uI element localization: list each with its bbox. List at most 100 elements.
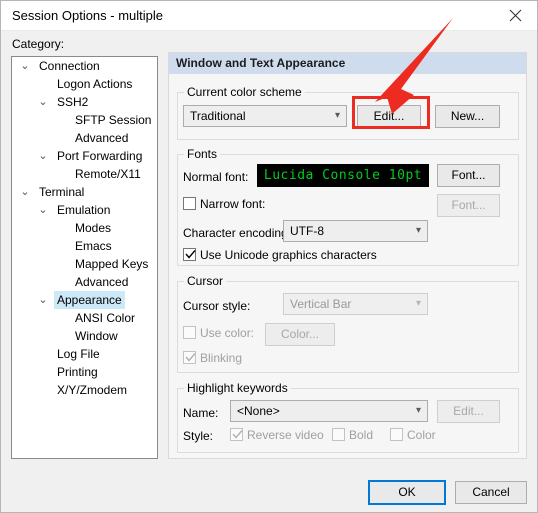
character-encoding-value: UTF-8 [290, 224, 324, 238]
fonts-group-title: Fonts [184, 147, 221, 161]
narrow-font-checkbox[interactable]: Narrow font: [183, 197, 265, 211]
blinking-label: Blinking [200, 351, 243, 365]
tree-item-remote-x11[interactable]: Remote/X11 [12, 165, 157, 183]
tree-item-label: SSH2 [57, 95, 89, 109]
tree-item-label: X/Y/Zmodem [57, 383, 128, 397]
tree-item-label: ANSI Color [75, 311, 136, 325]
cursor-style-value: Vertical Bar [290, 297, 352, 311]
reverse-video-checkbox: Reverse video [230, 428, 324, 442]
cancel-button[interactable]: Cancel [455, 481, 527, 504]
tree-item-advanced[interactable]: Advanced [12, 273, 157, 291]
highlight-name-select[interactable]: <None> ▾ [230, 400, 428, 422]
tree-item-port-forwarding[interactable]: ⌄ Port Forwarding [12, 147, 157, 165]
tree-item-advanced[interactable]: Advanced [12, 129, 157, 147]
ok-button[interactable]: OK [368, 480, 446, 505]
edit-color-scheme-button[interactable]: Edit... [357, 105, 421, 128]
reverse-video-label: Reverse video [247, 428, 324, 442]
highlight-name-label: Name: [183, 406, 219, 420]
tree-item-x-y-zmodem[interactable]: X/Y/Zmodem [12, 381, 157, 399]
tree-item-sftp-session[interactable]: SFTP Session [12, 111, 157, 129]
normal-font-button[interactable]: Font... [437, 164, 500, 187]
reverse-video-checkbox-box [230, 428, 243, 441]
normal-font-sample: Lucida Console 10pt [257, 164, 429, 187]
tree-item-appearance[interactable]: ⌄ Appearance [12, 291, 157, 309]
color-checkbox: Color [390, 428, 436, 442]
tree-item-label: Logon Actions [57, 77, 133, 91]
tree-item-mapped-keys[interactable]: Mapped Keys [12, 255, 157, 273]
color-scheme-value: Traditional [190, 109, 246, 123]
chevron-down-icon[interactable]: ⌄ [36, 291, 50, 309]
tree-item-label: Window [75, 329, 118, 343]
chevron-down-icon: ▾ [334, 110, 340, 121]
use-color-checkbox: Use color: [183, 326, 254, 340]
tree-item-printing[interactable]: Printing [12, 363, 157, 381]
tree-item-label: Remote/X11 [75, 167, 141, 181]
highlight-edit-button: Edit... [437, 400, 500, 423]
tree-item-label: Terminal [39, 185, 85, 199]
use-color-label: Use color: [200, 326, 255, 340]
category-tree[interactable]: ⌄ Connection Logon Actions ⌄ SSH2 SFTP Sessio… [11, 56, 158, 459]
chevron-down-icon: ▾ [415, 405, 421, 416]
tree-item-label: Mapped Keys [75, 257, 149, 271]
blinking-checkbox-box [183, 351, 196, 364]
narrow-font-checkbox-box [183, 197, 196, 210]
tree-item-ansi-color[interactable]: ANSI Color [12, 309, 157, 327]
tree-item-label: Emacs [75, 239, 112, 253]
title-bar: Session Options - multiple [1, 1, 537, 31]
tree-item-emulation[interactable]: ⌄ Emulation [12, 201, 157, 219]
cursor-color-button: Color... [265, 323, 335, 346]
tree-item-ssh2[interactable]: ⌄ SSH2 [12, 93, 157, 111]
appearance-panel: Window and Text Appearance Current color… [168, 52, 527, 459]
tree-item-logon-actions[interactable]: Logon Actions [12, 75, 157, 93]
chevron-down-icon[interactable]: ⌄ [18, 57, 32, 75]
chevron-down-icon[interactable]: ⌄ [18, 183, 32, 201]
chevron-down-icon[interactable]: ⌄ [36, 93, 50, 111]
normal-font-label: Normal font: [183, 170, 249, 184]
tree-item-label: Printing [57, 365, 98, 379]
cursor-style-select: Vertical Bar ▾ [283, 293, 428, 315]
character-encoding-select[interactable]: UTF-8 ▾ [283, 220, 428, 242]
blinking-checkbox: Blinking [183, 351, 242, 365]
cursor-group-title: Cursor [184, 274, 227, 288]
bold-checkbox: Bold [332, 428, 373, 442]
tree-item-label: Emulation [57, 203, 111, 217]
use-unicode-graphics-label: Use Unicode graphics characters [200, 248, 377, 262]
color-scheme-select[interactable]: Traditional ▾ [183, 105, 347, 127]
highlight-style-label: Style: [183, 429, 214, 443]
bold-checkbox-box [332, 428, 345, 441]
use-unicode-graphics-checkbox-box [183, 248, 196, 261]
tree-item-log-file[interactable]: Log File [12, 345, 157, 363]
tree-item-label: Port Forwarding [57, 149, 143, 163]
use-unicode-graphics-checkbox[interactable]: Use Unicode graphics characters [183, 248, 377, 262]
close-icon[interactable] [493, 1, 537, 30]
tree-item-window[interactable]: Window [12, 327, 157, 345]
highlight-keywords-group-title: Highlight keywords [184, 381, 291, 395]
cursor-style-label: Cursor style: [183, 299, 251, 313]
highlight-name-value: <None> [237, 404, 280, 418]
tree-item-emacs[interactable]: Emacs [12, 237, 157, 255]
narrow-font-button: Font... [437, 194, 500, 217]
use-color-checkbox-box [183, 326, 196, 339]
narrow-font-label: Narrow font: [200, 197, 266, 211]
tree-item-label: Modes [75, 221, 112, 235]
tree-item-label: Connection [39, 59, 100, 73]
chevron-down-icon[interactable]: ⌄ [36, 201, 50, 219]
chevron-down-icon: ▾ [415, 298, 421, 309]
tree-item-label: Log File [57, 347, 100, 361]
chevron-down-icon: ▾ [415, 225, 421, 236]
color-scheme-group-title: Current color scheme [184, 85, 305, 99]
bold-label: Bold [349, 428, 374, 442]
panel-header: Window and Text Appearance [169, 53, 526, 74]
color-checkbox-box [390, 428, 403, 441]
color-label: Color [407, 428, 436, 442]
category-label: Category: [12, 37, 65, 51]
tree-item-label: SFTP Session [75, 113, 152, 127]
new-color-scheme-button[interactable]: New... [435, 105, 500, 128]
tree-item-connection[interactable]: ⌄ Connection [12, 57, 157, 75]
tree-item-terminal[interactable]: ⌄ Terminal [12, 183, 157, 201]
chevron-down-icon[interactable]: ⌄ [36, 147, 50, 165]
tree-item-modes[interactable]: Modes [12, 219, 157, 237]
tree-item-label: Advanced [75, 275, 129, 289]
character-encoding-label: Character encoding: [183, 226, 292, 240]
window-title: Session Options - multiple [12, 8, 164, 23]
